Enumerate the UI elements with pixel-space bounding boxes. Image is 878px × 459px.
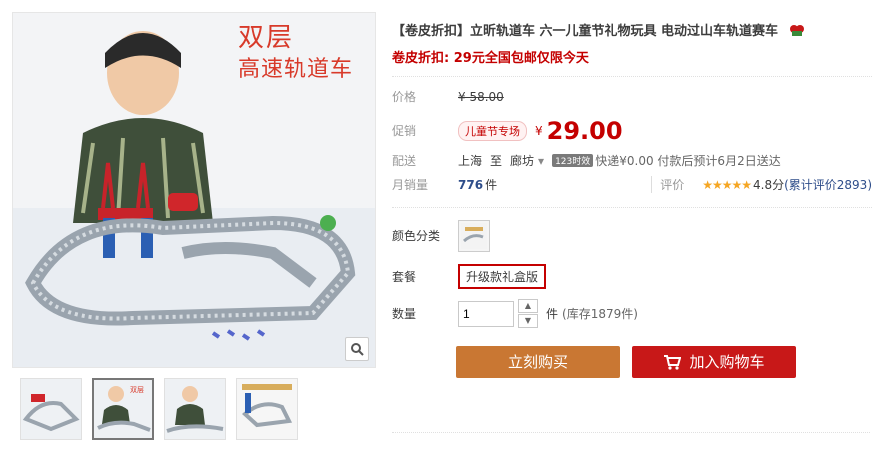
svg-text:双层: 双层 <box>130 386 144 394</box>
combo-option-selected[interactable]: 升级款礼盒版 <box>458 264 547 289</box>
product-title: 【卷皮折扣】立昕轨道车 六一儿童节礼物玩具 电动过山车轨道赛车 <box>392 20 872 41</box>
quantity-input[interactable] <box>458 300 514 327</box>
main-product-image[interactable]: 双层 高速轨道车 <box>12 12 376 368</box>
overlay-title: 双层 <box>238 23 295 53</box>
buy-now-label: 立刻购买 <box>507 353 568 371</box>
thumbnail-3[interactable] <box>164 378 226 440</box>
promo-tag[interactable]: 儿童节专场 <box>458 120 527 141</box>
product-title-text: 【卷皮折扣】立昕轨道车 六一儿童节礼物玩具 电动过山车轨道赛车 <box>392 24 779 39</box>
rating-score: 4.8分 <box>753 178 785 192</box>
ship-destination[interactable]: 廊坊 <box>510 152 534 169</box>
current-price: 29.00 <box>546 116 623 145</box>
action-buttons: 立刻购买 加入购物车 <box>456 345 872 378</box>
currency-symbol: ¥ <box>535 123 543 138</box>
color-option[interactable] <box>458 219 490 252</box>
divider <box>392 75 872 77</box>
thumbnail-4[interactable] <box>236 378 298 440</box>
gift-icon <box>789 23 805 41</box>
shipping-fee: 快递¥0.00 付款后预计6月2日送达 <box>595 154 781 168</box>
color-label: 颜色分类 <box>392 229 441 243</box>
combo-row: 套餐 升级款礼盒版 <box>392 260 872 294</box>
ship-from: 上海 <box>458 154 483 168</box>
stock-text: (库存1879件) <box>562 307 638 321</box>
review-count-link[interactable]: (累计评价2893) <box>784 176 872 193</box>
color-row: 颜色分类 <box>392 216 872 256</box>
quantity-row: 数量 ▲ ▼ 件 (库存1879件) <box>392 296 872 332</box>
rating-label: 评价 <box>651 176 684 193</box>
thumbnail-2[interactable]: 双层 <box>92 378 154 440</box>
buy-now-button[interactable]: 立刻购买 <box>456 345 620 378</box>
quantity-unit: 件 <box>546 307 559 321</box>
sales-label: 月销量 <box>392 178 429 192</box>
price-label: 价格 <box>392 90 417 104</box>
combo-label: 套餐 <box>392 270 417 284</box>
sales-count: 776 <box>458 177 484 192</box>
sales-row: 月销量 776 件 评价 ★★★★★ 4.8分 (累计评价2893) <box>392 173 872 197</box>
price-row: 价格 ¥ 58.00 <box>392 85 872 109</box>
original-price: ¥ 58.00 <box>458 89 504 104</box>
decrease-icon[interactable]: ▼ <box>518 313 538 328</box>
chevron-down-icon[interactable]: ▾ <box>538 154 544 168</box>
overlay-subtitle: 高速轨道车 <box>238 57 354 82</box>
rating-stars: ★★★★★ <box>702 177 752 192</box>
promo-text: 卷皮折扣: 29元全国包邮仅限今天 <box>392 50 589 66</box>
thumbnail-1[interactable] <box>20 378 82 440</box>
quantity-stepper: ▲ ▼ <box>518 298 538 329</box>
zoom-icon[interactable] <box>345 337 369 361</box>
product-detail: 【卷皮折扣】立昕轨道车 六一儿童节礼物玩具 电动过山车轨道赛车 卷皮折扣: 29… <box>392 20 872 378</box>
add-to-cart-label: 加入购物车 <box>689 353 765 371</box>
divider <box>392 206 872 208</box>
increase-icon[interactable]: ▲ <box>518 298 538 313</box>
shipping-row: 配送 上海 至 廊坊 ▾ 123时效 快递¥0.00 付款后预计6月2日送达 <box>392 149 872 173</box>
shipping-label: 配送 <box>392 154 417 168</box>
bottom-divider <box>392 432 870 433</box>
promo-price-row: 促销 儿童节专场 ¥ 29.00 <box>392 113 872 149</box>
delivery-badge: 123时效 <box>552 154 594 167</box>
image-gallery: 双层 高速轨道车 双层 <box>12 12 376 440</box>
ship-to-word: 至 <box>490 154 503 168</box>
add-to-cart-button[interactable]: 加入购物车 <box>632 345 796 378</box>
thumbnail-strip: 双层 <box>12 378 376 440</box>
cart-icon <box>663 354 682 370</box>
promo-price-label: 促销 <box>392 124 417 138</box>
quantity-label: 数量 <box>392 307 417 321</box>
sales-unit: 件 <box>485 178 498 192</box>
